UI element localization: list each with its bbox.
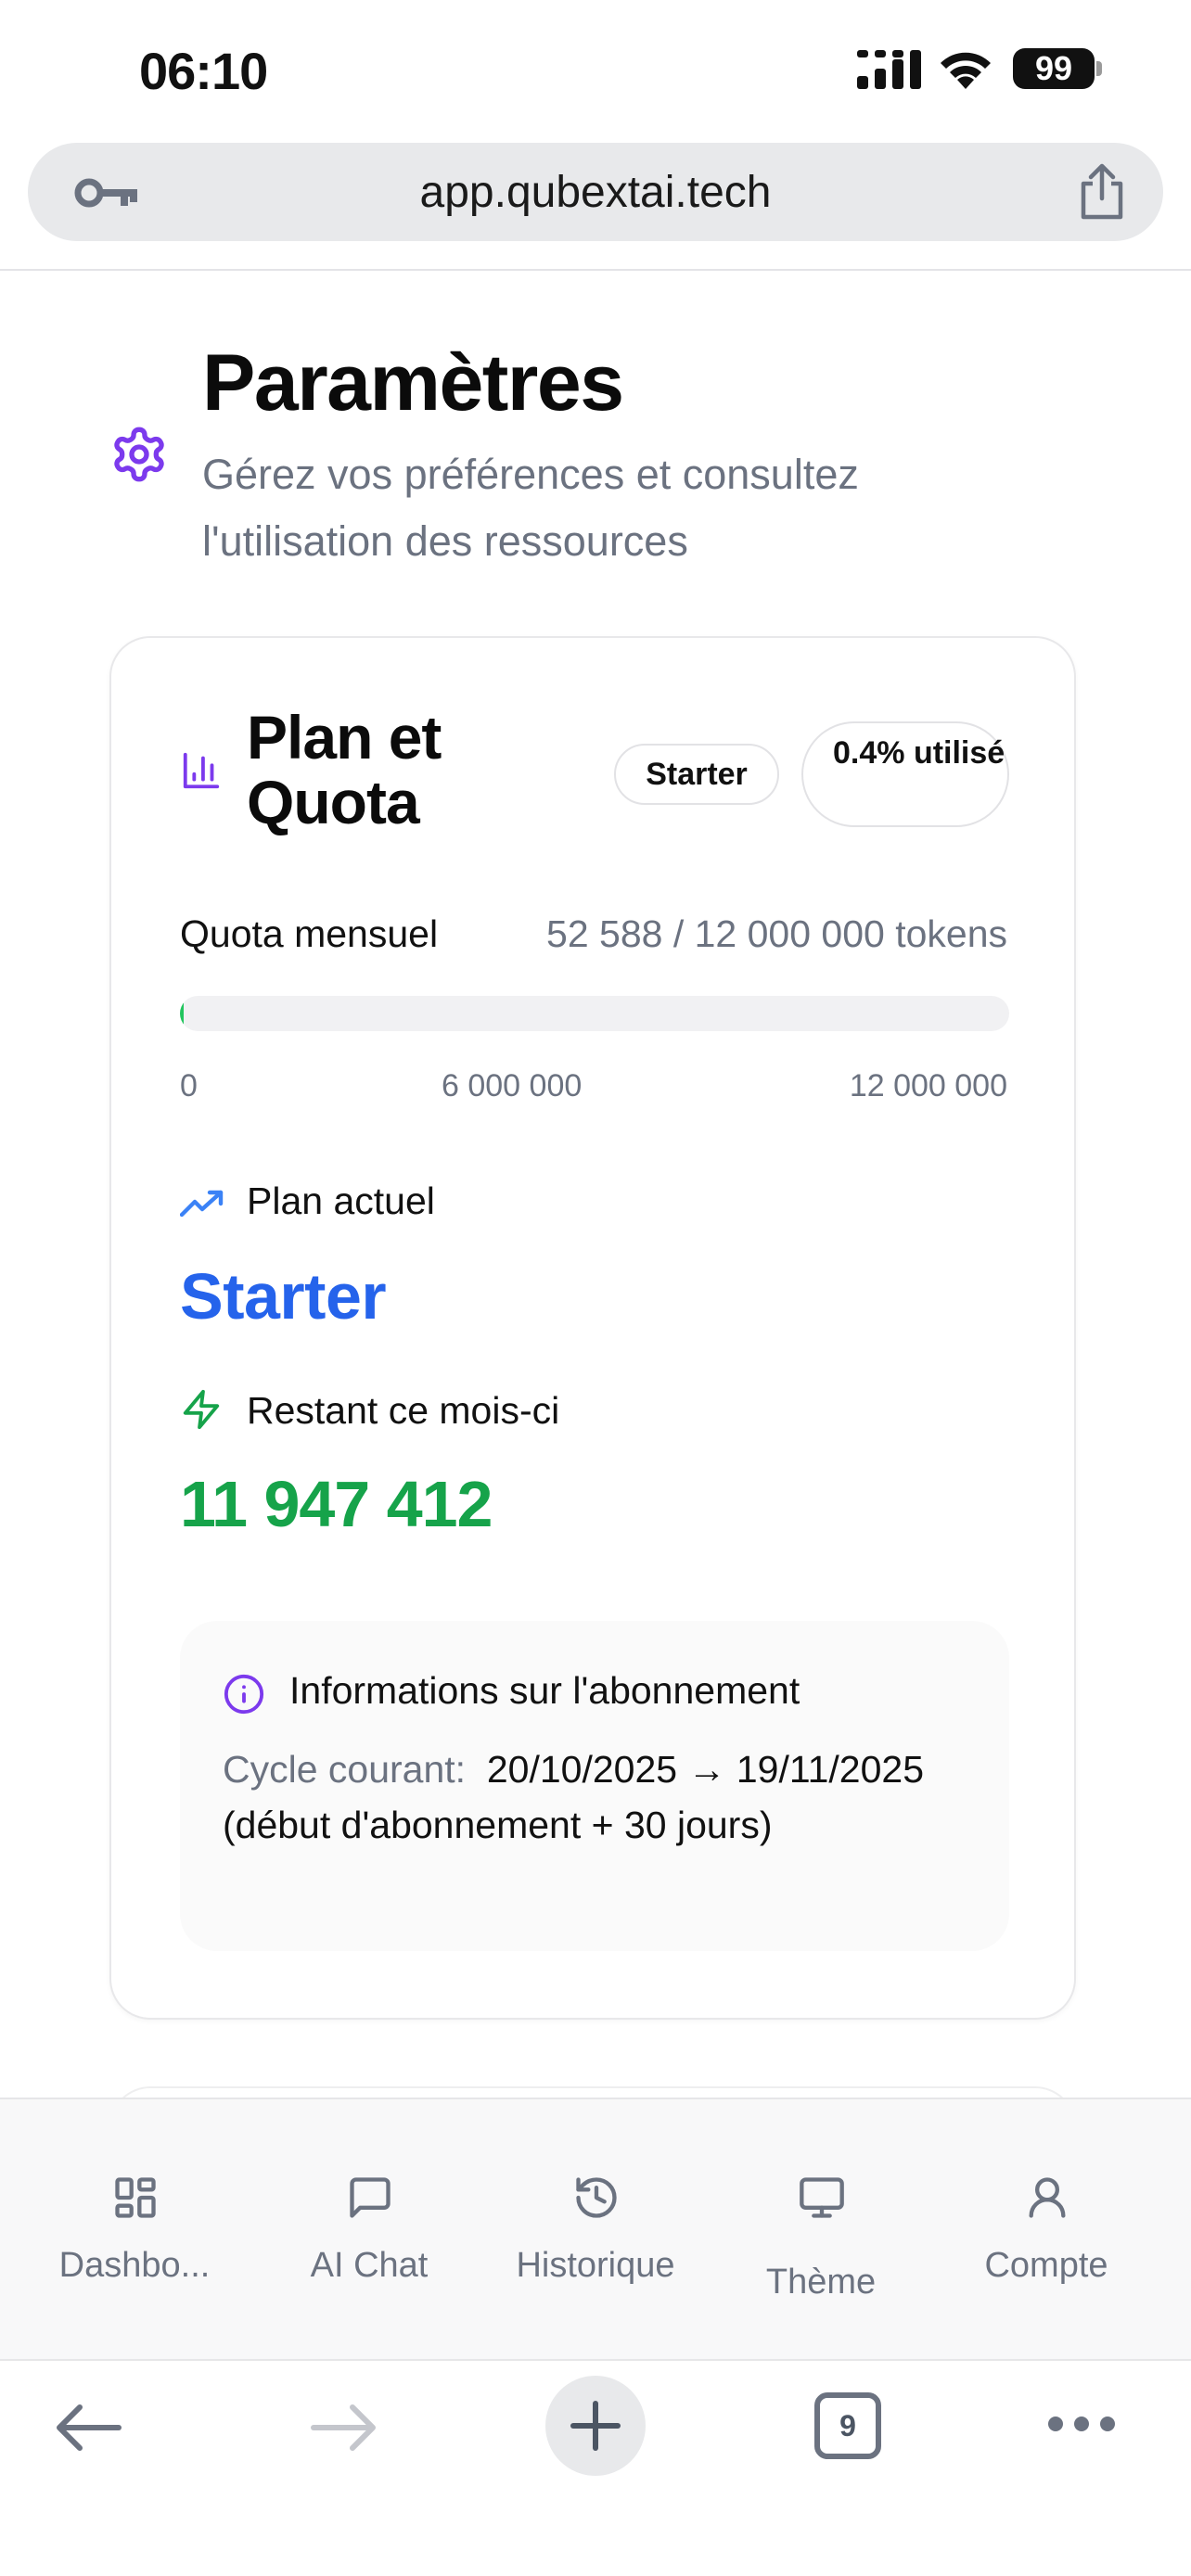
battery-tip — [1096, 61, 1102, 76]
nav-account[interactable]: Compte — [935, 2164, 1158, 2313]
divider — [0, 269, 1191, 271]
grid-icon — [115, 2177, 156, 2218]
quota-progress-fill — [180, 996, 184, 1031]
quota-value: 52 588 / 12 000 000 tokens — [546, 912, 1007, 955]
forward-arrow-icon[interactable] — [306, 2400, 380, 2455]
plan-badge: Starter — [614, 744, 779, 805]
cellular-signal-icon — [857, 50, 921, 89]
scale-mid-label: 6 000 000 — [442, 1068, 583, 1103]
nav-label: AI Chat — [310, 2246, 429, 2285]
nav-label: Dashbo... — [58, 2246, 211, 2285]
nav-theme[interactable]: Thème — [710, 2164, 932, 2313]
settings-gear-icon — [114, 427, 164, 482]
nav-ai-chat[interactable]: AI Chat — [258, 2164, 480, 2313]
app-bottom-nav: Dashbo... AI Chat Historique Thème Compt… — [0, 2098, 1191, 2359]
remaining-label: Restant ce mois-ci — [247, 1389, 560, 1432]
back-arrow-icon[interactable] — [52, 2400, 126, 2455]
history-icon — [576, 2177, 617, 2218]
browser-toolbar: 9 — [0, 2359, 1191, 2576]
cycle-label: Cycle courant: — [223, 1748, 467, 1791]
scale-min-label: 0 — [180, 1068, 198, 1103]
status-bar: 06:10 99 — [0, 0, 1191, 139]
subscription-info-box: Informations sur l'abonnement Cycle cour… — [180, 1621, 1009, 1951]
nav-label: Thème — [765, 2263, 877, 2302]
address-bar[interactable]: app.qubextai.tech — [28, 143, 1163, 241]
trending-up-icon — [180, 1190, 224, 1218]
share-icon[interactable] — [1074, 163, 1130, 221]
new-tab-button[interactable] — [545, 2376, 646, 2476]
page-title: Paramètres — [202, 338, 624, 427]
subscription-info-title: Informations sur l'abonnement — [289, 1669, 800, 1712]
wifi-icon — [941, 52, 991, 89]
monitor-icon — [800, 2177, 844, 2218]
user-icon — [1029, 2177, 1066, 2218]
nav-label: Compte — [984, 2246, 1108, 2285]
nav-history[interactable]: Historique — [484, 2164, 707, 2313]
bar-chart-icon — [183, 752, 220, 789]
battery-indicator: 99 — [1013, 48, 1102, 89]
info-icon — [224, 1674, 264, 1715]
more-dots-icon[interactable] — [1046, 2413, 1117, 2435]
billing-cycle-text: Cycle courant: 20/10/2025 → 19/11/2025 (… — [223, 1741, 983, 1853]
plus-icon — [570, 2401, 621, 2451]
nav-label: Historique — [516, 2246, 675, 2285]
url-text[interactable]: app.qubextai.tech — [28, 167, 1163, 218]
current-plan-value: Starter — [180, 1260, 387, 1333]
card-title: Plan et Quota — [247, 703, 442, 836]
current-plan-label: Plan actuel — [247, 1180, 435, 1222]
quota-progress-bar — [180, 996, 1009, 1031]
nav-dashboard[interactable]: Dashbo... — [23, 2164, 246, 2313]
quota-label: Quota mensuel — [180, 912, 439, 955]
plan-quota-card: Plan et Quota Starter 0.4% utilisé Quota… — [109, 636, 1076, 2020]
chat-icon — [350, 2177, 391, 2218]
lightning-bolt-icon — [183, 1389, 220, 1430]
battery-level: 99 — [1013, 48, 1095, 89]
usage-badge: 0.4% utilisé — [801, 721, 1009, 827]
tabs-button[interactable]: 9 — [814, 2392, 881, 2459]
status-time: 06:10 — [139, 42, 268, 100]
remaining-value: 11 947 412 — [180, 1468, 493, 1540]
scale-max-label: 12 000 000 — [849, 1068, 1007, 1103]
page-subtitle: Gérez vos préférences et consultez l'uti… — [202, 451, 859, 565]
